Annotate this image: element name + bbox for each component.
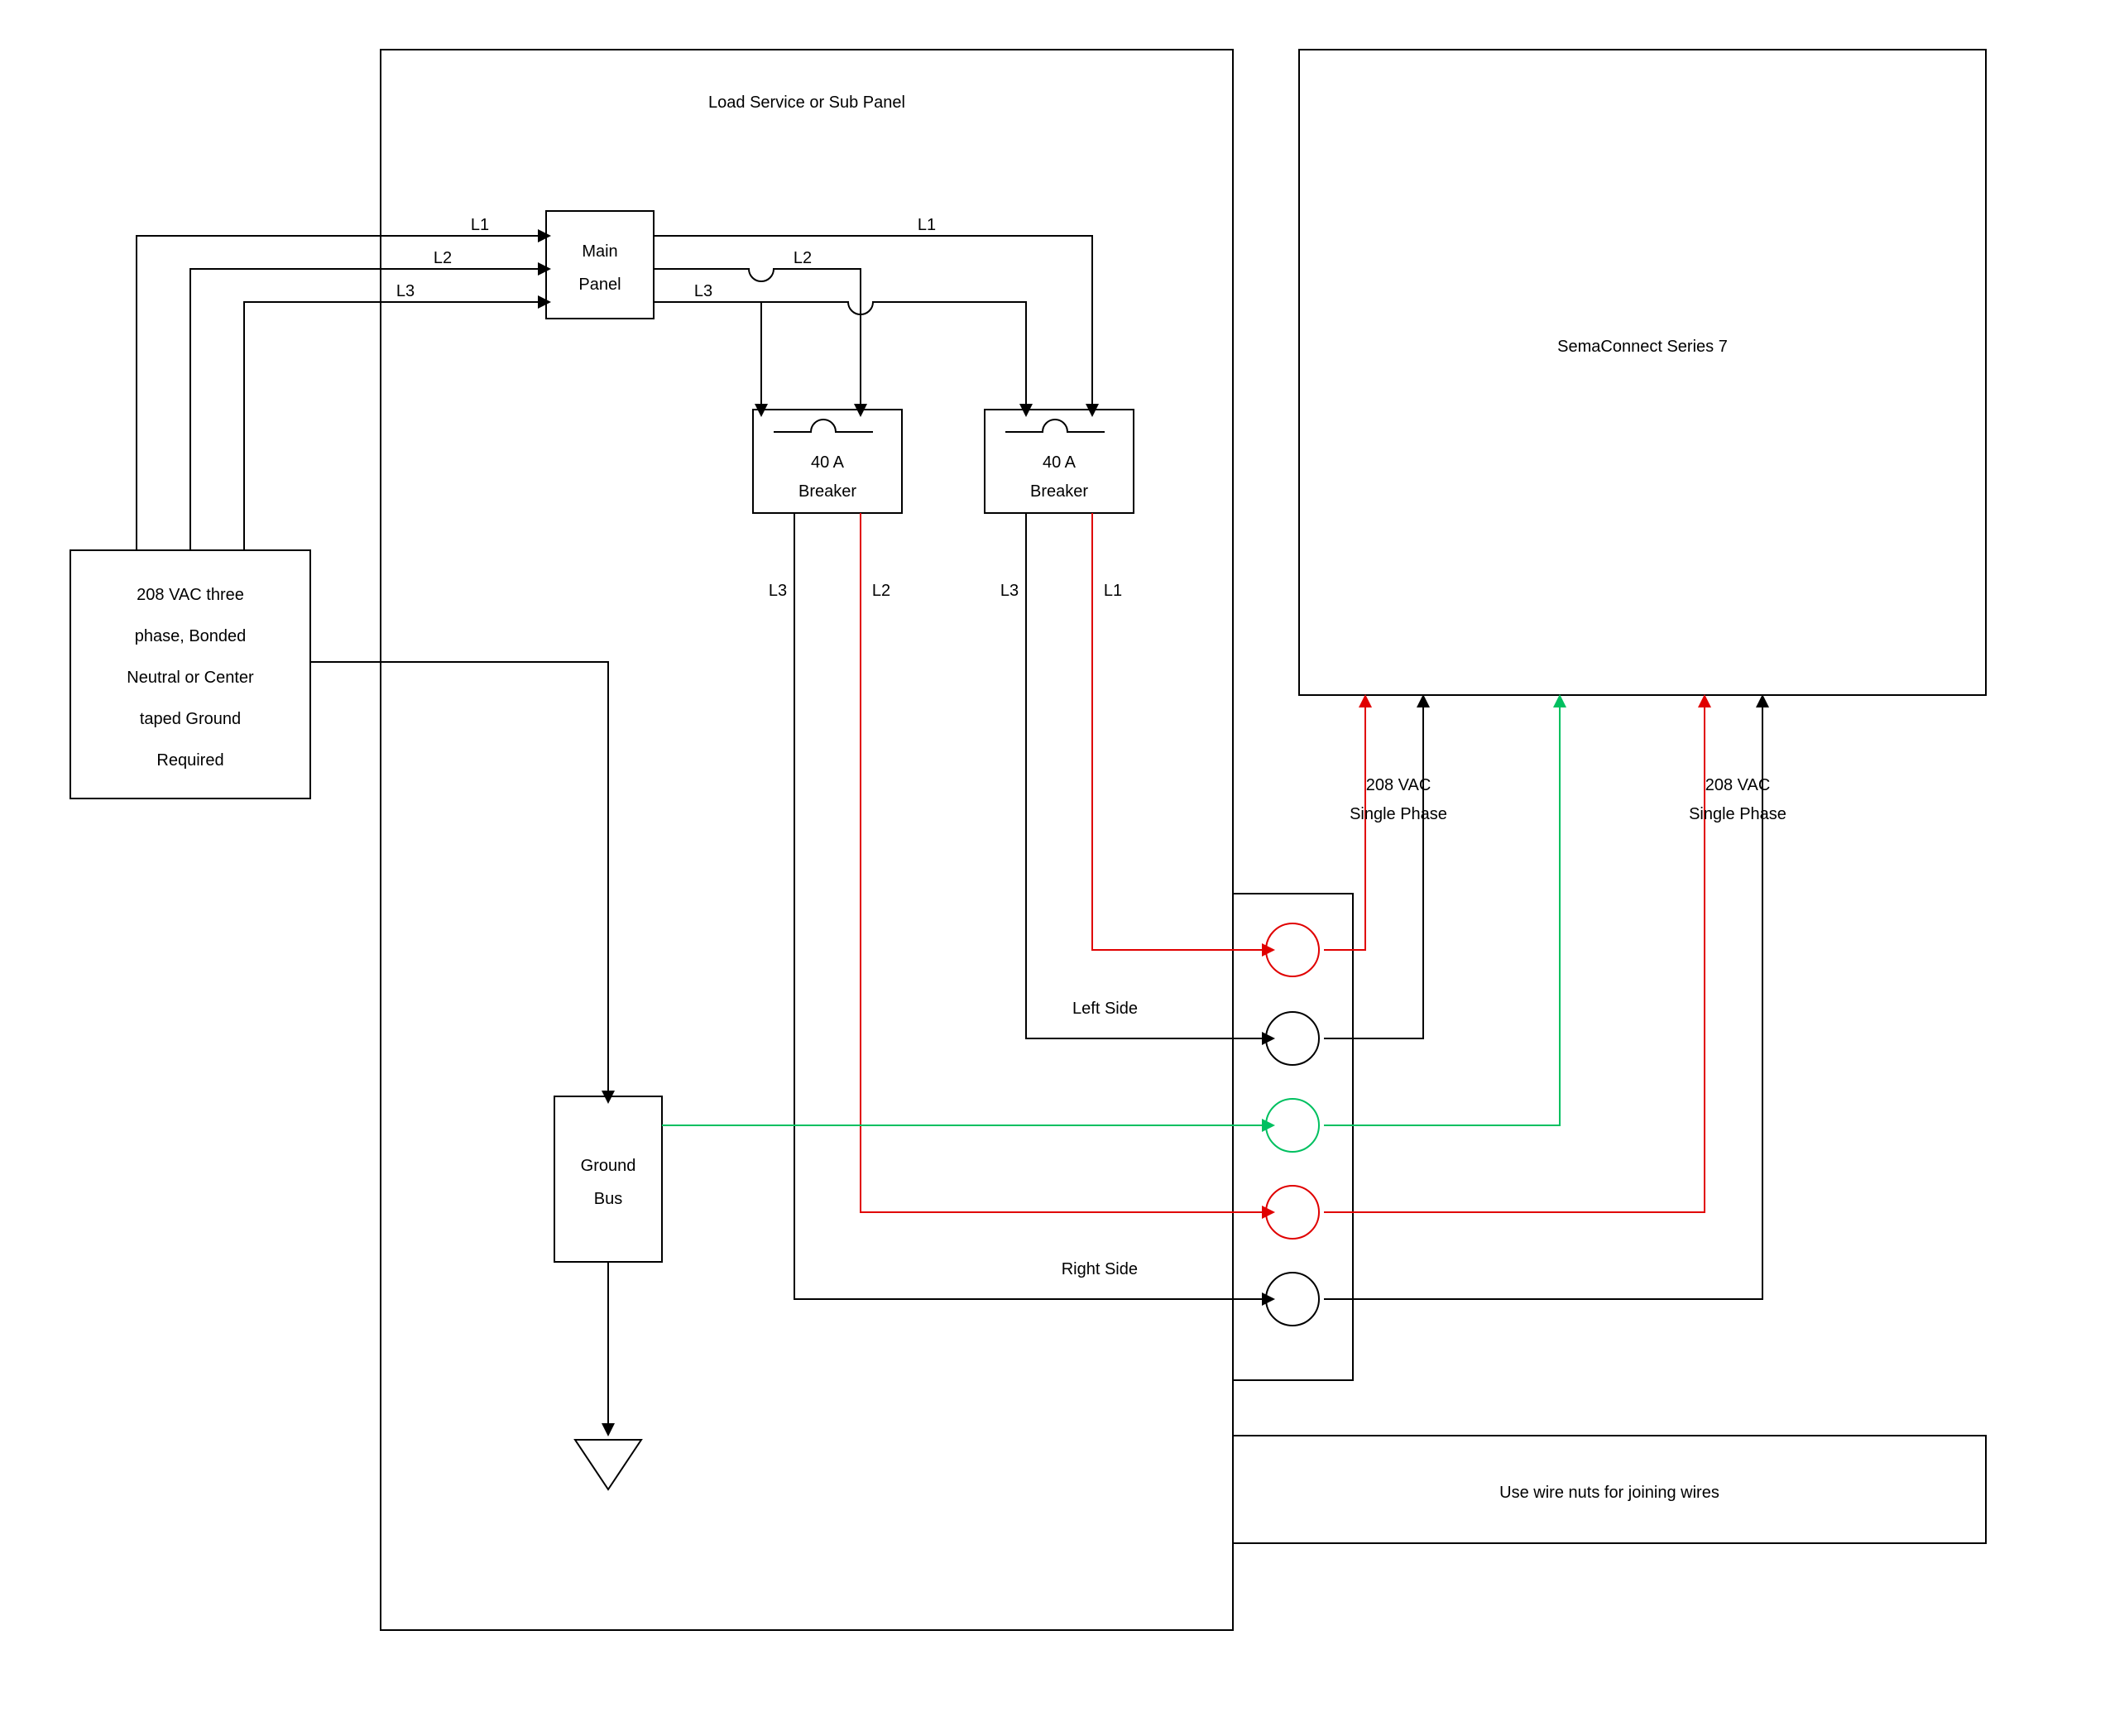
source-line2: phase, Bonded: [135, 627, 247, 645]
wiring-diagram: Load Service or Sub Panel 208 VAC three …: [0, 0, 2110, 1736]
source-line4: taped Ground: [140, 710, 241, 728]
main-panel-l1: Main: [582, 242, 617, 261]
svg-text:L1: L1: [471, 216, 489, 234]
svg-text:L3: L3: [396, 282, 415, 300]
svg-text:40 A: 40 A: [811, 453, 845, 472]
load-service-panel: [381, 50, 1233, 1630]
svg-text:L3: L3: [769, 582, 787, 600]
svg-text:L1: L1: [918, 216, 936, 234]
semaconnect-box: [1299, 50, 1986, 695]
vac-right-l2: Single Phase: [1689, 805, 1786, 823]
semaconnect-label: SemaConnect Series 7: [1557, 338, 1728, 356]
breaker-right: 40 A Breaker: [985, 410, 1134, 513]
source-line1: 208 VAC three: [137, 586, 244, 604]
sema-feed-ground: [1324, 694, 1566, 1125]
ground-bus-l1: Ground: [581, 1157, 636, 1175]
svg-text:L2: L2: [434, 249, 452, 267]
right-side-label: Right Side: [1062, 1260, 1138, 1278]
svg-text:L2: L2: [872, 582, 890, 600]
left-side-label: Left Side: [1072, 1000, 1138, 1018]
source-line5: Required: [156, 751, 223, 770]
vac-left-l1: 208 VAC: [1366, 776, 1431, 794]
svg-text:L3: L3: [694, 282, 712, 300]
svg-text:L3: L3: [1000, 582, 1019, 600]
svg-text:L2: L2: [794, 249, 812, 267]
main-panel-box: [546, 211, 654, 319]
ground-bus-l2: Bus: [594, 1190, 622, 1208]
vac-left-l2: Single Phase: [1350, 805, 1447, 823]
svg-text:L1: L1: [1104, 582, 1122, 600]
svg-text:40 A: 40 A: [1043, 453, 1077, 472]
svg-text:Breaker: Breaker: [798, 482, 856, 501]
vac-right-l1: 208 VAC: [1705, 776, 1771, 794]
ground-bus-box: [554, 1096, 662, 1262]
svg-text:Breaker: Breaker: [1030, 482, 1088, 501]
breaker-left: 40 A Breaker: [753, 410, 902, 513]
joining-note: Use wire nuts for joining wires: [1499, 1484, 1719, 1502]
main-panel-l2: Panel: [578, 276, 621, 294]
panel-title: Load Service or Sub Panel: [708, 94, 905, 112]
source-line3: Neutral or Center: [127, 669, 254, 687]
